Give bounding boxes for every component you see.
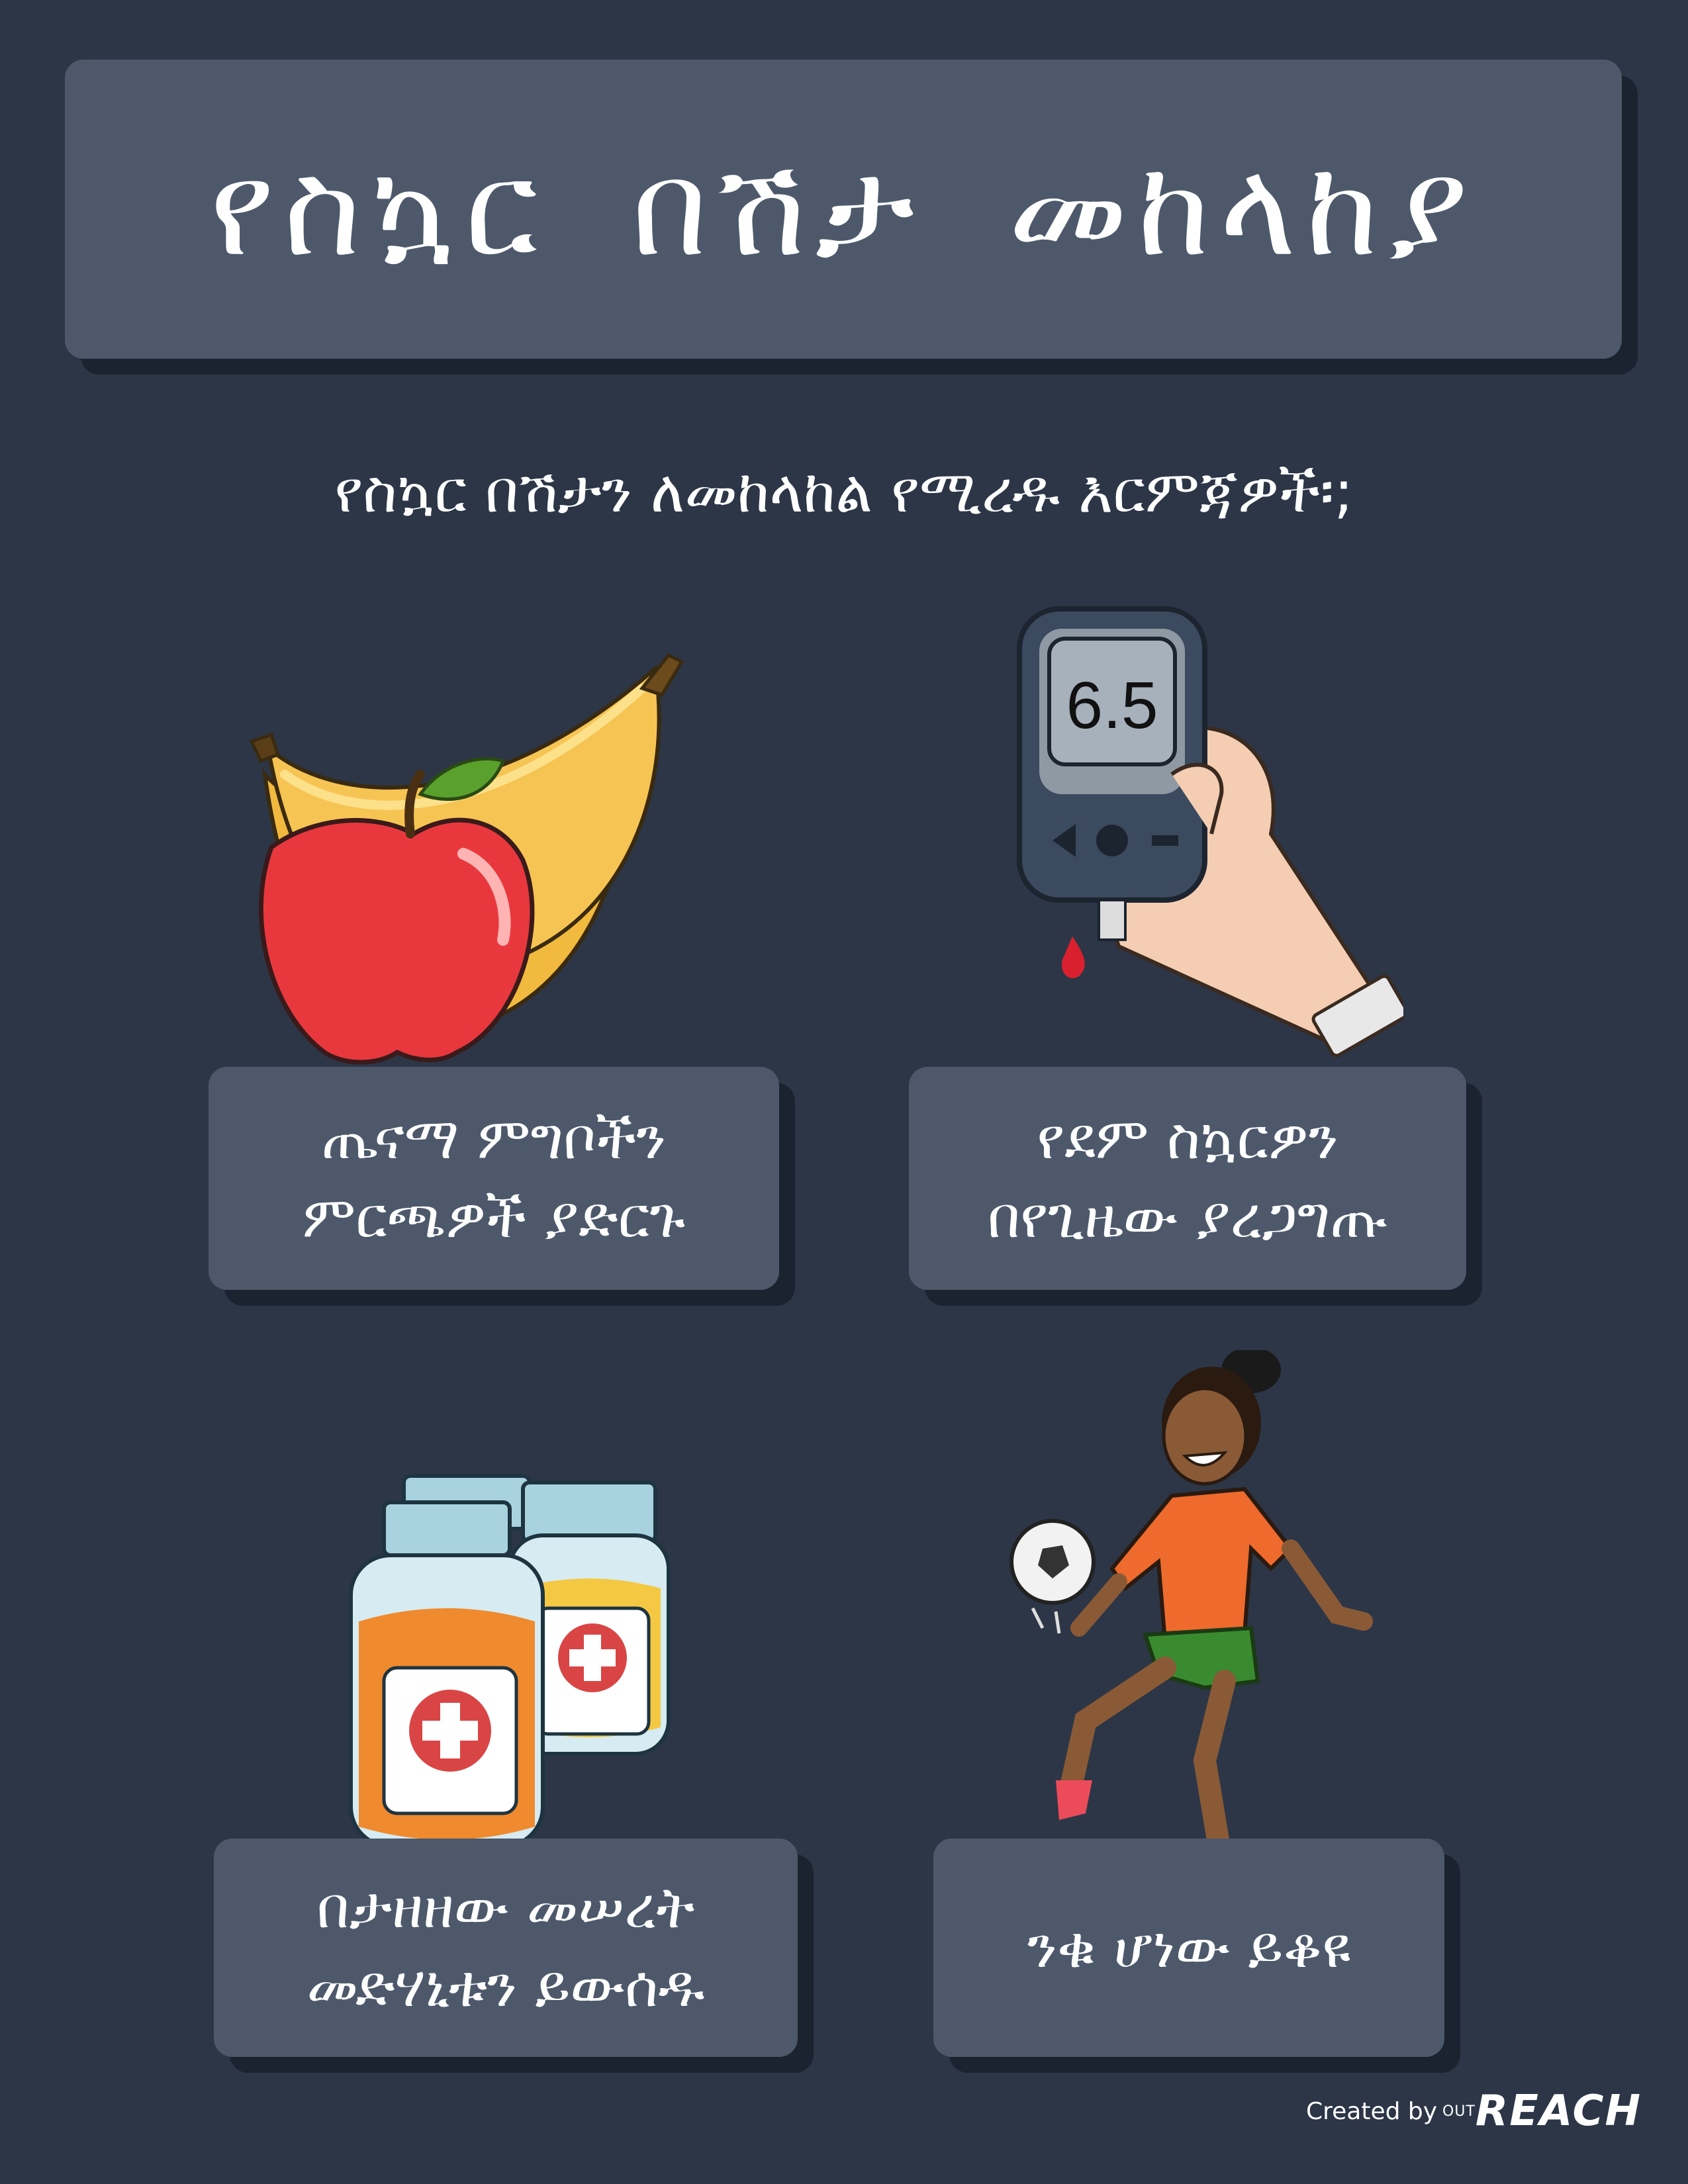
page-title: የስኳር በሽታ መከላከያ: [209, 132, 1477, 286]
card-line: በታዘዘው መሠረት: [316, 1875, 695, 1942]
card-take-medication: በታዘዘው መሠረት መድሃኒቱን ይውሰዱ: [214, 1839, 798, 2057]
credit: Created by OUT REACH: [1306, 2085, 1642, 2138]
card-line: ንቁ ሆነው ይቆዩ: [1027, 1914, 1351, 1981]
fruit-icon: [249, 653, 684, 1065]
card-stay-active: ንቁ ሆነው ይቆዩ: [933, 1839, 1444, 2057]
card-line: ምርጫዎች ያድርጉ: [302, 1184, 686, 1251]
subtitle: የስኳር በሽታን ለመከላከል የሚረዱ እርምጃዎች፡;: [334, 457, 1354, 525]
card-line: በየጊዜው ያረጋግጡ: [987, 1184, 1388, 1251]
card-line: ጤናማ ምግቦችን: [321, 1105, 667, 1172]
card-line: መድሃኒቱን ይውሰዱ: [306, 1954, 705, 2020]
card-check-blood-sugar: የደም ስኳርዎን በየጊዜው ያረጋግጡ: [909, 1067, 1466, 1290]
title-banner: የስኳር በሽታ መከላከያ: [65, 60, 1622, 359]
card-line: የደም ስኳርዎን: [1037, 1105, 1338, 1172]
card-healthy-food: ጤናማ ምግቦችን ምርጫዎች ያድርጉ: [209, 1067, 779, 1290]
credit-small: OUT: [1442, 2103, 1476, 2120]
medicine-bottles-icon: [349, 1474, 671, 1848]
glucose-meter-icon: 6.5: [1017, 606, 1403, 1058]
active-woman-icon: [1009, 1350, 1373, 1866]
credit-text: Created by: [1305, 2097, 1438, 2125]
brand-logo: REACH: [1475, 2087, 1642, 2136]
meter-reading: 6.5: [1066, 668, 1158, 743]
